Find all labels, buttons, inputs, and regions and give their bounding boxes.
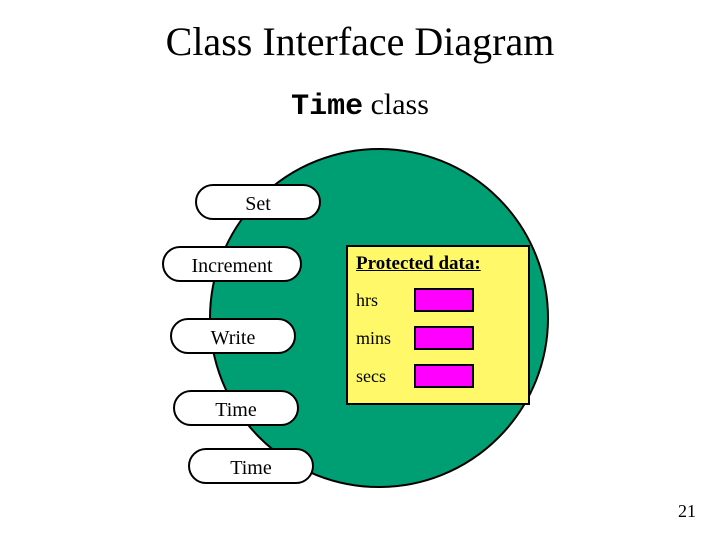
- field-row-secs: secs: [356, 357, 520, 395]
- subtitle-suffix: class: [363, 88, 429, 121]
- method-set: Set: [195, 184, 321, 220]
- page-title: Class Interface Diagram: [0, 18, 720, 65]
- field-slot-hrs: [414, 288, 474, 312]
- field-label-mins: mins: [356, 328, 414, 349]
- field-row-mins: mins: [356, 319, 520, 357]
- field-slot-secs: [414, 364, 474, 388]
- page-number: 21: [678, 501, 696, 522]
- method-write: Write: [170, 318, 296, 354]
- subtitle-classname: Time: [291, 90, 363, 124]
- protected-data-box: Protected data: hrs mins secs: [346, 245, 530, 405]
- method-time-constructor-2: Time: [188, 448, 314, 484]
- field-label-secs: secs: [356, 366, 414, 387]
- method-time-constructor-1: Time: [173, 390, 299, 426]
- field-row-hrs: hrs: [356, 281, 520, 319]
- protected-data-header: Protected data:: [356, 253, 520, 275]
- subtitle: Time class: [0, 88, 720, 124]
- field-slot-mins: [414, 326, 474, 350]
- field-label-hrs: hrs: [356, 290, 414, 311]
- method-increment: Increment: [162, 246, 302, 282]
